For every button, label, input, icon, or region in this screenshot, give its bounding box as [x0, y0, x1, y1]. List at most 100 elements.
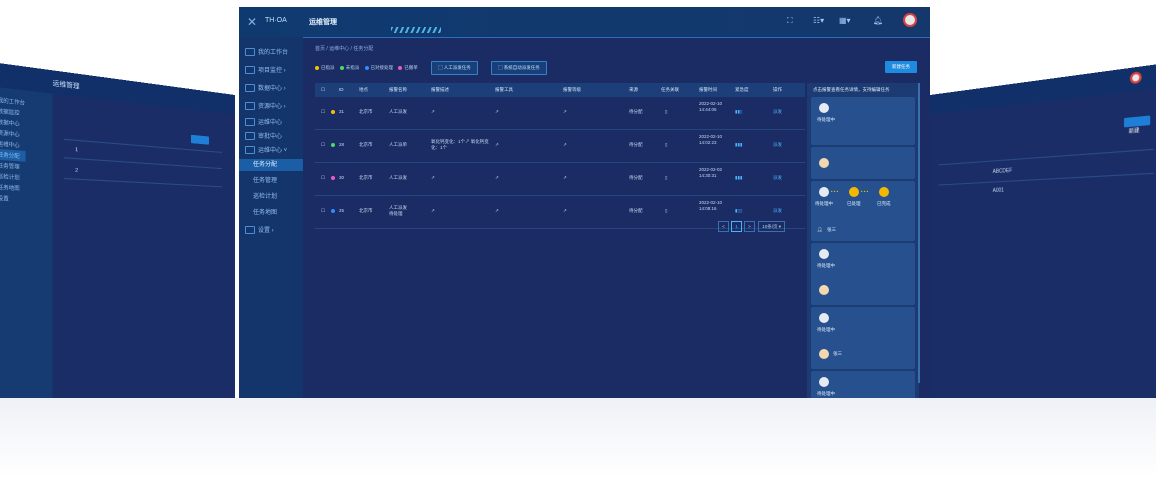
header-checkbox[interactable]: ☐ — [321, 87, 325, 93]
dispatch-link[interactable]: 派发 — [773, 208, 782, 214]
tab-manual-dispatch[interactable]: ▢ 人工派发任务 — [431, 61, 478, 75]
column-header: 报警名称 — [389, 87, 407, 92]
approve-icon — [245, 132, 255, 141]
table-row[interactable]: ☐ 30 北京市 人工派发 ↗ ↗ ↗ 待分配 ▯ 2022-02-02 14:… — [315, 163, 805, 196]
node-label: 已完成 — [877, 201, 891, 206]
cell-place: 北京市 — [359, 142, 373, 147]
breadcrumb: 首页 / 运维中心 / 任务分配 — [315, 46, 374, 52]
urgency-bars: ▮▮▯ — [735, 109, 743, 114]
sidebar-item-data[interactable]: 数据中心 › — [245, 83, 286, 95]
user-avatar[interactable] — [903, 13, 917, 27]
create-task-button[interactable]: 新建任务 — [885, 61, 917, 73]
sidebar-item-settings[interactable]: 设置 › — [245, 225, 274, 237]
sidebar-item-label: 运维中心 — [258, 120, 283, 126]
left-monitor-row: 1 — [75, 146, 79, 154]
cell-tool[interactable]: ↗ — [495, 175, 499, 181]
table-row[interactable]: ☐ 28 北京市 人工派单 氧化钙变化：1个↗ 氧化钙变化：1个 ↗ ↗ 待分配… — [315, 130, 805, 163]
sidebar-item-workbench[interactable]: 我的工作台 — [245, 47, 288, 59]
sidebar-item-approve[interactable]: 审批中心 — [245, 131, 282, 143]
list-icon[interactable]: ☷▾ — [813, 16, 824, 25]
left-nav-item[interactable]: 设置 — [0, 193, 25, 205]
task-card[interactable]: 待处理中 — [811, 243, 915, 305]
task-detail-panel: 点击报警查看任务详情，支持编辑任务 待处理中 • • • • • • 待处理中 — [807, 83, 919, 398]
cell-level[interactable]: ↗ — [563, 175, 567, 181]
cell-level[interactable]: ↗ — [563, 208, 567, 214]
desk-icon — [245, 48, 255, 57]
bell-icon[interactable]: 🔔︎ — [873, 16, 883, 25]
cell-desc[interactable]: ↗ — [431, 208, 491, 214]
task-card[interactable]: 待处理中 — [811, 371, 915, 398]
panel-title: 点击报警查看任务详情，支持编辑任务 — [813, 87, 890, 92]
sidebar-item-monitor[interactable]: 项目监控 › — [245, 65, 286, 77]
task-card[interactable]: 待处理中 张三 — [811, 307, 915, 369]
tab-auto-dispatch[interactable]: ▢ 系统自动派发任务 — [491, 61, 547, 75]
sidebar-subitem-assign[interactable]: 任务分配 — [239, 159, 303, 171]
cell-tool[interactable]: ↗ — [495, 109, 499, 115]
ops-icon — [245, 118, 255, 127]
dispatch-link[interactable]: 派发 — [773, 109, 782, 115]
document-icon[interactable]: ▯ — [665, 208, 667, 214]
dispatch-link[interactable]: 派发 — [773, 175, 782, 181]
next-page-button[interactable]: > — [744, 221, 755, 232]
row-checkbox[interactable]: ☐ — [321, 109, 325, 115]
node-label: 已处理 — [847, 201, 861, 206]
cell-desc[interactable]: 氧化钙变化：1个↗ 氧化钙变化：1个 — [431, 139, 491, 151]
sidebar-subitem-map[interactable]: 任务地图 — [253, 207, 277, 219]
task-card[interactable]: 待处理中 — [811, 97, 915, 145]
user-avatar-icon — [819, 158, 829, 168]
cell-tool[interactable]: ↗ — [495, 142, 499, 148]
row-checkbox[interactable]: ☐ — [321, 142, 325, 148]
right-monitor-row: ABCDEF — [992, 167, 1013, 176]
cell-desc[interactable]: ↗ — [431, 175, 491, 181]
expand-icon[interactable]: ⛶ — [787, 16, 793, 26]
legend-label: 已撤单 — [404, 65, 418, 70]
sidebar-item-ops[interactable]: 运维中心 — [245, 117, 282, 129]
task-card[interactable] — [811, 147, 915, 179]
sidebar-subitem-manage[interactable]: 任务管理 — [253, 175, 277, 187]
card-status: 待处理中 — [817, 391, 835, 396]
cell-name: 人工派发 — [389, 175, 407, 180]
sidebar-item-ops-center[interactable]: 运维中心 ˅ — [245, 145, 287, 157]
sidebar-item-label: 运维中心 — [258, 148, 283, 154]
panel-scrollbar[interactable] — [918, 83, 920, 383]
cell-place: 北京市 — [359, 175, 373, 180]
right-monitor-row: A001 — [992, 187, 1004, 195]
cell-desc[interactable]: ↗ — [431, 109, 491, 115]
cell-source: 待分配 — [629, 175, 643, 180]
decorative-stripe — [391, 27, 441, 33]
cell-level[interactable]: ↗ — [563, 109, 567, 115]
right-monitor-avatar[interactable] — [1129, 71, 1142, 85]
right-monitor-button[interactable]: 新建 — [1124, 115, 1151, 134]
close-icon[interactable]: ✕ — [247, 15, 257, 29]
sidebar-subitem-plan[interactable]: 巡检计划 — [253, 191, 277, 203]
table-header: ☐ ID 地点 报警名称 报警描述 报警工具 报警等级 来源 任务关联 报警时间… — [315, 83, 805, 97]
urgency-bars: ▮▮▮ — [735, 142, 743, 147]
sidebar-item-label: 数据中心 — [258, 86, 283, 92]
page-button[interactable]: 1 — [731, 221, 742, 232]
page-size-select[interactable]: 10条/页 ▾ — [758, 221, 786, 232]
monitor-icon — [245, 66, 255, 75]
node-label: 待处理中 — [815, 201, 833, 206]
document-icon[interactable]: ▯ — [665, 142, 667, 148]
document-icon[interactable]: ▯ — [665, 109, 667, 115]
card-person: 张三 — [827, 227, 836, 232]
sidebar-item-resource[interactable]: 资源中心 › — [245, 101, 286, 113]
task-card[interactable]: • • • • • • 待处理中 已处理 已完成 👤︎ 张三 — [811, 181, 915, 241]
left-monitor-nav: 我的工作台 数据监控 数据中心 资源中心 运维中心 任务分配 任务管理 巡检计划… — [0, 86, 53, 431]
column-header: 报警描述 — [431, 87, 449, 92]
column-header: 操作 — [773, 87, 782, 92]
top-bar: ✕ TH·OA 运维管理 ⛶ ☷▾ ▦▾ 🔔︎ — [239, 7, 930, 38]
cell-level[interactable]: ↗ — [563, 142, 567, 148]
left-monitor-button[interactable] — [190, 134, 209, 145]
table-row[interactable]: ☐ 31 北京市 人工派发 ↗ ↗ ↗ 待分配 ▯ 2022-02-10 14:… — [315, 97, 805, 130]
grid-icon[interactable]: ▦▾ — [839, 16, 851, 25]
column-header: 报警时间 — [699, 87, 717, 92]
row-checkbox[interactable]: ☐ — [321, 208, 325, 214]
left-monitor-divider — [63, 177, 223, 188]
status-dot — [331, 143, 335, 147]
cell-tool[interactable]: ↗ — [495, 208, 499, 214]
dispatch-link[interactable]: 派发 — [773, 142, 782, 148]
prev-page-button[interactable]: < — [718, 221, 729, 232]
document-icon[interactable]: ▯ — [665, 175, 667, 181]
row-checkbox[interactable]: ☐ — [321, 175, 325, 181]
